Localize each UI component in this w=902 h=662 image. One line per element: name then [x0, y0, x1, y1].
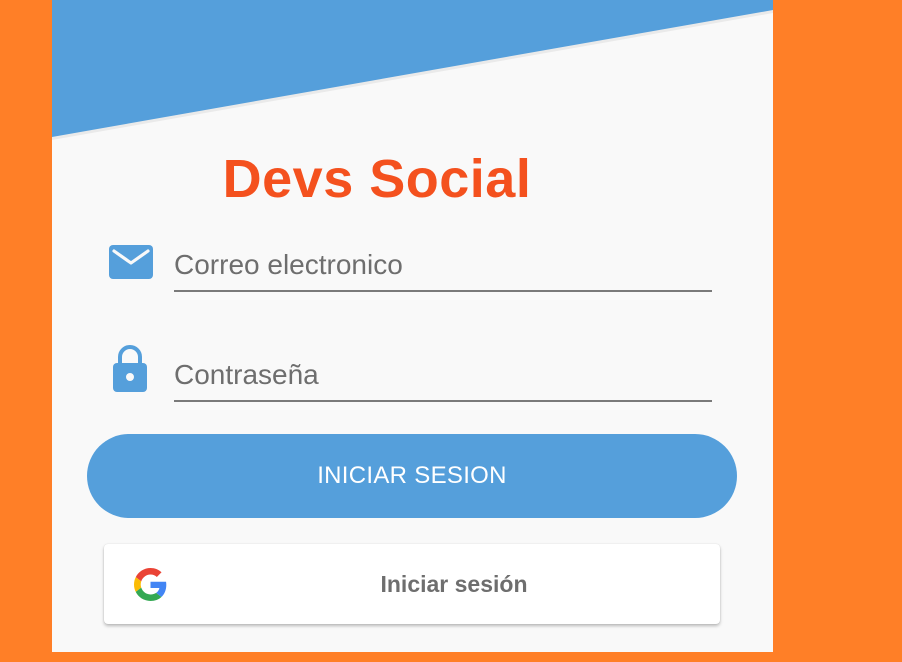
envelope-icon: [108, 242, 154, 288]
login-button[interactable]: INICIAR SESION: [87, 434, 737, 518]
email-field-row: [52, 240, 773, 300]
lock-icon: [110, 344, 156, 392]
email-field[interactable]: [174, 246, 712, 292]
password-field-row: [52, 344, 773, 404]
password-field[interactable]: [174, 356, 712, 402]
login-screen: Devs Social INICIAR SESION: [52, 0, 773, 652]
header-banner: [52, 0, 773, 140]
google-signin-label: Iniciar sesión: [380, 571, 528, 597]
page-title: Devs Social: [222, 149, 532, 209]
google-signin-button[interactable]: Iniciar sesión: [104, 544, 720, 624]
app-window: Devs Social INICIAR SESION: [0, 0, 902, 662]
